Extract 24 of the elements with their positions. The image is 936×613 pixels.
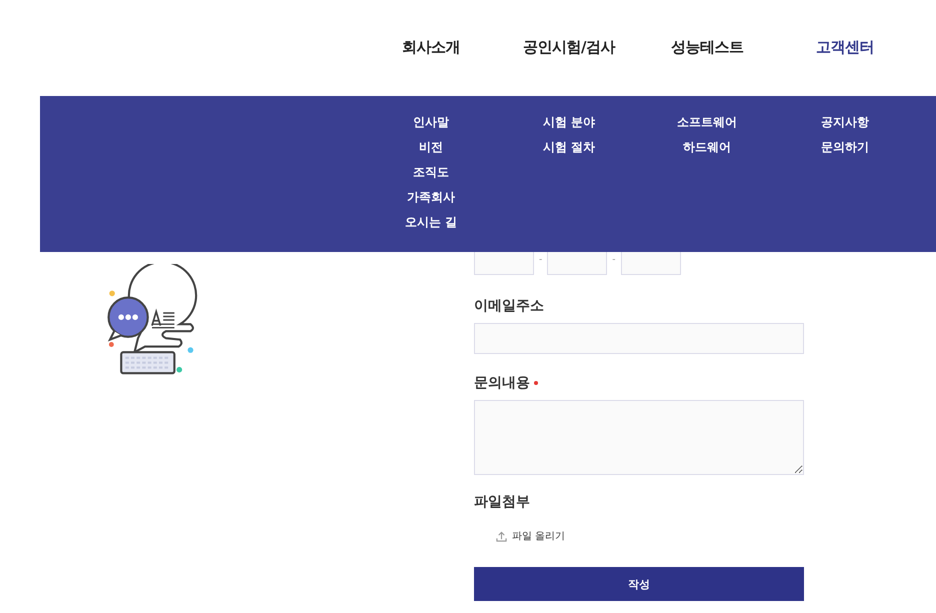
nav-tab[interactable]: 회사소개 (362, 38, 500, 56)
menu-item[interactable]: 시험 절차 (542, 139, 596, 156)
nav-tab[interactable]: 공인시험/검사 (500, 38, 638, 56)
submit-button[interactable]: 작성 (474, 567, 804, 601)
menu-item[interactable]: 가족회사 (407, 189, 455, 206)
menu-item[interactable]: 하드웨어 (683, 139, 731, 156)
separator: - (612, 255, 616, 265)
file-upload-button[interactable]: 파일 올리기 (496, 525, 566, 547)
menu-item[interactable]: 조직도 (413, 164, 449, 181)
field-label: 문의내용 (474, 374, 530, 392)
field-label: 파일첨부 (474, 493, 530, 511)
upload-icon (496, 530, 507, 542)
menu-item[interactable]: 오시는 길 (404, 214, 458, 231)
menu-item[interactable]: 공지사항 (821, 114, 869, 131)
menu-item[interactable]: 시험 분야 (542, 114, 596, 131)
menu-item[interactable]: 인사말 (413, 114, 449, 131)
separator: - (539, 255, 542, 265)
menu-item[interactable]: 소프트웨어 (677, 114, 737, 131)
nav-tab[interactable]: 성능테스트 (638, 38, 776, 56)
field-label: 이메일주소 (474, 297, 544, 315)
menu-item[interactable]: 비전 (419, 139, 443, 156)
menu-item[interactable]: 문의하기 (821, 139, 869, 156)
email-input-field[interactable] (474, 323, 804, 354)
nav-tab[interactable]: 고객센터 (776, 38, 914, 56)
